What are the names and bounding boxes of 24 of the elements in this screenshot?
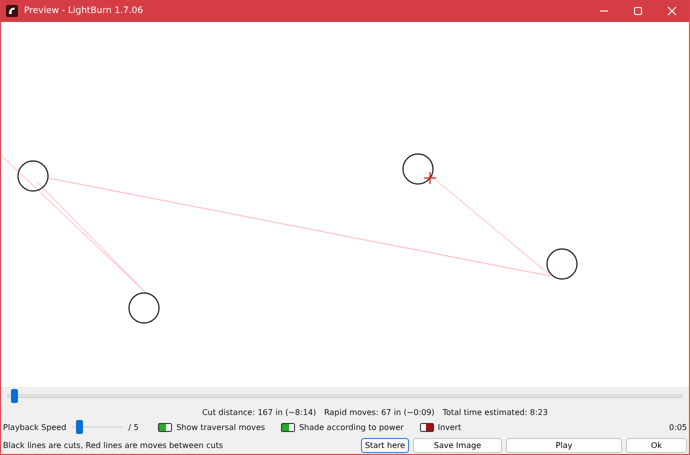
toggle-switch[interactable] bbox=[158, 422, 172, 432]
hint-text: Black lines are cuts, Red lines are moves between cuts bbox=[3, 440, 224, 450]
slider-thumb[interactable] bbox=[10, 389, 18, 403]
slider-thumb[interactable] bbox=[76, 420, 83, 434]
window-title: Preview - LightBurn 1.7.06 bbox=[24, 6, 144, 16]
close-icon[interactable] bbox=[667, 6, 677, 16]
app-icon bbox=[6, 5, 18, 17]
stat-text: Total time estimated: 8:23 bbox=[442, 408, 548, 416]
action-button[interactable]: Ok bbox=[626, 438, 687, 452]
speed-label: Playback Speed bbox=[3, 422, 66, 432]
time-label: 0:05 bbox=[669, 422, 687, 432]
action-button[interactable]: Start here bbox=[361, 438, 409, 452]
speed-max: / 5 bbox=[128, 422, 140, 432]
stat-text: Cut distance: 167 in (~8:14) bbox=[202, 408, 316, 416]
toggle-switch[interactable] bbox=[281, 422, 296, 432]
toggle-label: Invert bbox=[438, 422, 462, 432]
stat-text: Rapid moves: 67 in (~0:09) bbox=[324, 408, 435, 416]
crosshair-icon bbox=[423, 171, 437, 185]
toggle-switch[interactable] bbox=[420, 422, 434, 432]
action-button[interactable]: Save Image bbox=[413, 438, 502, 452]
action-button[interactable]: Play bbox=[506, 438, 622, 452]
maximize-icon[interactable] bbox=[633, 6, 643, 16]
toggle-label: Shade according to power bbox=[299, 422, 404, 432]
toggle-label: Show traversal moves bbox=[176, 422, 266, 432]
